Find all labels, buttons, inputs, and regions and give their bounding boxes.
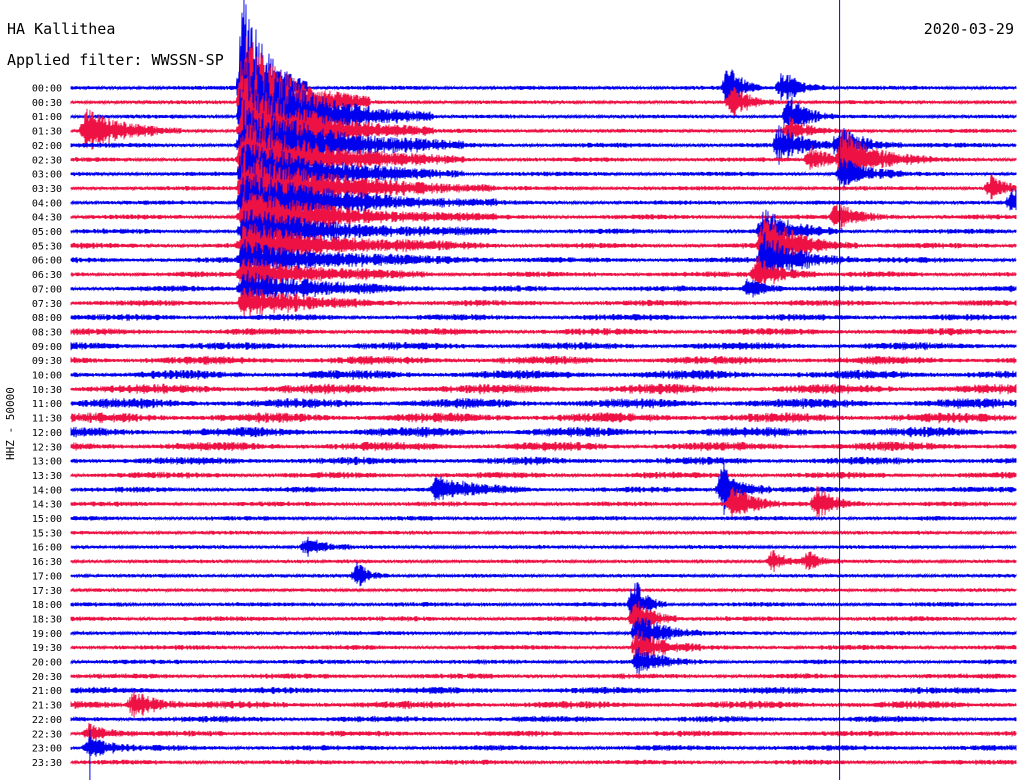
row-time-label: 09:30 (32, 356, 62, 367)
row-time-label: 07:30 (32, 299, 62, 310)
seismic-trace-1100 (70, 398, 1017, 410)
time-labels: 00:00 00:30 01:00 01:30 02:00 02:30 03:00 03:30… (32, 84, 62, 769)
seismic-trace-0100 (70, 56, 1017, 164)
row-time-label: 09:00 (32, 342, 62, 353)
seismic-trace-1530 (70, 529, 1017, 536)
seismic-trace-1900 (70, 617, 1017, 649)
row-time-label: 20:00 (32, 658, 62, 669)
seismic-trace-1630 (70, 550, 1017, 573)
row-time-label: 02:00 (32, 141, 62, 152)
seismic-trace-0030 (70, 36, 1017, 152)
row-time-label: 12:00 (32, 428, 62, 439)
helicorder-plot: 00:00 00:30 01:00 01:30 02:00 02:30 03:00 03:30… (32, 0, 1017, 780)
seismic-trace-1500 (70, 515, 1017, 522)
seismic-trace-2230 (70, 722, 1017, 743)
row-time-label: 01:30 (32, 127, 62, 138)
seismic-trace-1830 (70, 601, 1017, 633)
row-time-label: 21:00 (32, 686, 62, 697)
row-time-label: 18:00 (32, 600, 62, 611)
row-time-label: 11:00 (32, 399, 62, 410)
row-time-label: 04:30 (32, 213, 62, 224)
seismic-trace-1730 (70, 587, 1017, 594)
row-time-label: 20:30 (32, 672, 62, 683)
row-time-label: 03:00 (32, 170, 62, 181)
row-time-label: 07:00 (32, 284, 62, 295)
seismic-trace-0530 (70, 216, 1017, 273)
seismic-trace-1600 (70, 536, 1017, 557)
row-time-label: 15:00 (32, 514, 62, 525)
seismic-trace-1000 (70, 369, 1017, 380)
row-time-label: 03:30 (32, 184, 62, 195)
row-time-label: 22:00 (32, 715, 62, 726)
seismic-trace-0600 (70, 231, 1017, 288)
row-time-label: 01:00 (32, 112, 62, 123)
seismic-trace-1400 (70, 462, 1017, 516)
seismic-trace-2300 (70, 737, 1017, 757)
seismic-trace-2330 (70, 759, 1017, 766)
row-time-label: 18:30 (32, 614, 62, 625)
seismic-trace-0200 (70, 100, 1017, 182)
row-time-label: 19:00 (32, 629, 62, 640)
seismic-trace-0230 (70, 122, 1017, 193)
row-time-label: 12:30 (32, 442, 62, 453)
seismic-trace-2030 (70, 673, 1017, 680)
row-time-label: 16:00 (32, 543, 62, 554)
row-time-label: 14:00 (32, 485, 62, 496)
seismic-trace-2130 (70, 690, 1017, 718)
seismic-trace-2000 (70, 647, 1017, 676)
row-time-label: 00:30 (32, 98, 62, 109)
row-time-label: 17:30 (32, 586, 62, 597)
row-time-label: 08:00 (32, 313, 62, 324)
row-time-label: 14:30 (32, 500, 62, 511)
row-time-label: 06:30 (32, 270, 62, 281)
seismic-trace-0930 (70, 355, 1017, 366)
row-time-label: 08:30 (32, 327, 62, 338)
seismic-trace-2200 (70, 715, 1017, 723)
row-time-label: 11:30 (32, 414, 62, 425)
row-time-label: 02:30 (32, 155, 62, 166)
row-time-label: 05:30 (32, 241, 62, 252)
row-time-label: 19:30 (32, 643, 62, 654)
seismic-trace-0830 (70, 328, 1017, 336)
trace-group (70, 0, 1017, 766)
row-time-label: 16:30 (32, 557, 62, 568)
seismic-trace-0800 (70, 313, 1017, 322)
row-time-label: 05:00 (32, 227, 62, 238)
row-time-label: 04:00 (32, 198, 62, 209)
row-time-label: 13:00 (32, 457, 62, 468)
seismic-trace-1200 (70, 426, 1017, 438)
seismic-trace-0730 (70, 287, 1017, 318)
seismic-trace-2100 (70, 686, 1017, 695)
seismic-trace-1300 (70, 456, 1017, 466)
row-time-label: 00:00 (32, 84, 62, 95)
row-time-label: 13:30 (32, 471, 62, 482)
seismic-trace-1700 (70, 562, 1017, 587)
row-time-label: 10:30 (32, 385, 62, 396)
seismic-trace-1230 (70, 441, 1017, 452)
seismic-trace-0430 (70, 191, 1017, 241)
row-time-label: 23:30 (32, 758, 62, 769)
seismic-trace-0900 (70, 341, 1017, 351)
row-time-label: 23:00 (32, 744, 62, 755)
row-time-label: 21:30 (32, 701, 62, 712)
row-time-label: 15:30 (32, 528, 62, 539)
seismic-trace-1130 (70, 412, 1017, 424)
row-time-label: 22:30 (32, 729, 62, 740)
row-time-label: 10:00 (32, 371, 62, 382)
row-time-label: 17:00 (32, 571, 62, 582)
row-time-label: 06:00 (32, 256, 62, 267)
seismic-trace-1030 (70, 383, 1017, 395)
seismic-trace-1330 (70, 471, 1017, 480)
